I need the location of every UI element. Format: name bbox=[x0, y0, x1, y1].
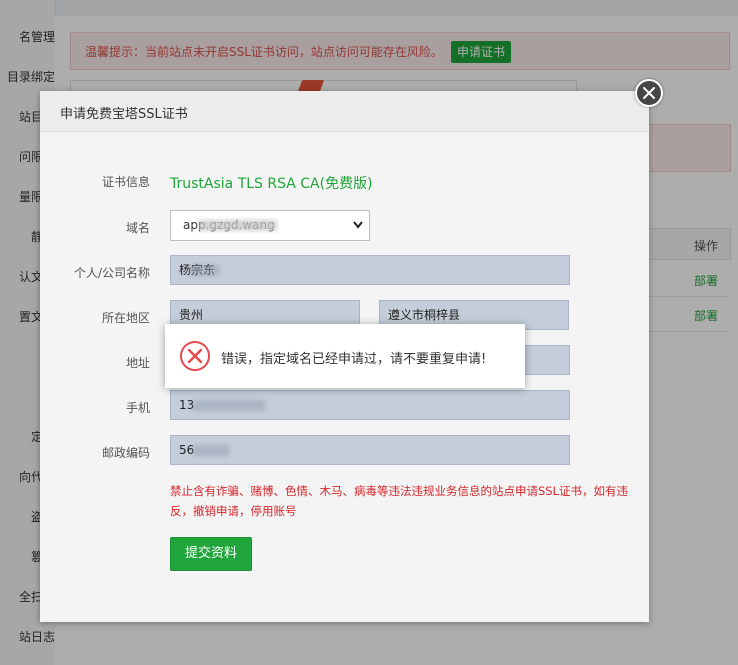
error-message: 错误，指定域名已经申请过，请不要重复申请! bbox=[221, 352, 487, 367]
address-label: 地址 bbox=[125, 356, 150, 370]
dialog-title: 申请免费宝塔SSL证书 bbox=[60, 107, 188, 122]
redaction-mask bbox=[189, 265, 219, 276]
cert-info-value: TrustAsia TLS RSA CA(免费版) bbox=[170, 176, 373, 192]
submit-button[interactable]: 提交资料 bbox=[170, 537, 252, 571]
name-input[interactable]: 杨宗东 bbox=[170, 255, 570, 285]
phone-input-value: 13 bbox=[179, 398, 195, 412]
chevron-down-icon bbox=[353, 221, 363, 229]
redaction-mask bbox=[193, 445, 229, 456]
error-circle-x-icon bbox=[180, 341, 210, 371]
postal-input[interactable]: 56 bbox=[170, 435, 570, 465]
error-toast: 错误，指定域名已经申请过，请不要重复申请! bbox=[165, 324, 525, 388]
name-label: 个人/公司名称 bbox=[73, 266, 150, 280]
postal-input-value: 56 bbox=[179, 443, 195, 457]
phone-input[interactable]: 13 bbox=[170, 390, 570, 420]
redaction-mask bbox=[199, 220, 277, 231]
redaction-mask bbox=[193, 400, 265, 411]
domain-select[interactable]: app.gzgd.wang bbox=[170, 210, 370, 241]
postal-label: 邮政编码 bbox=[101, 446, 150, 460]
close-dialog-button[interactable] bbox=[635, 79, 663, 107]
region-label: 所在地区 bbox=[101, 311, 150, 325]
prohibited-content-notice: 禁止含有诈骗、赌博、色情、木马、病毒等违法违规业务信息的站点申请SSL证书，如有… bbox=[170, 484, 629, 518]
province-input-value: 贵州 bbox=[179, 308, 204, 322]
city-input-value: 遵义市桐梓县 bbox=[388, 308, 461, 322]
phone-label: 手机 bbox=[125, 401, 150, 415]
domain-label: 域名 bbox=[125, 221, 150, 235]
cert-info-label: 证书信息 bbox=[101, 175, 150, 189]
close-icon bbox=[643, 87, 655, 99]
dialog-header: 申请免费宝塔SSL证书 bbox=[40, 91, 649, 132]
